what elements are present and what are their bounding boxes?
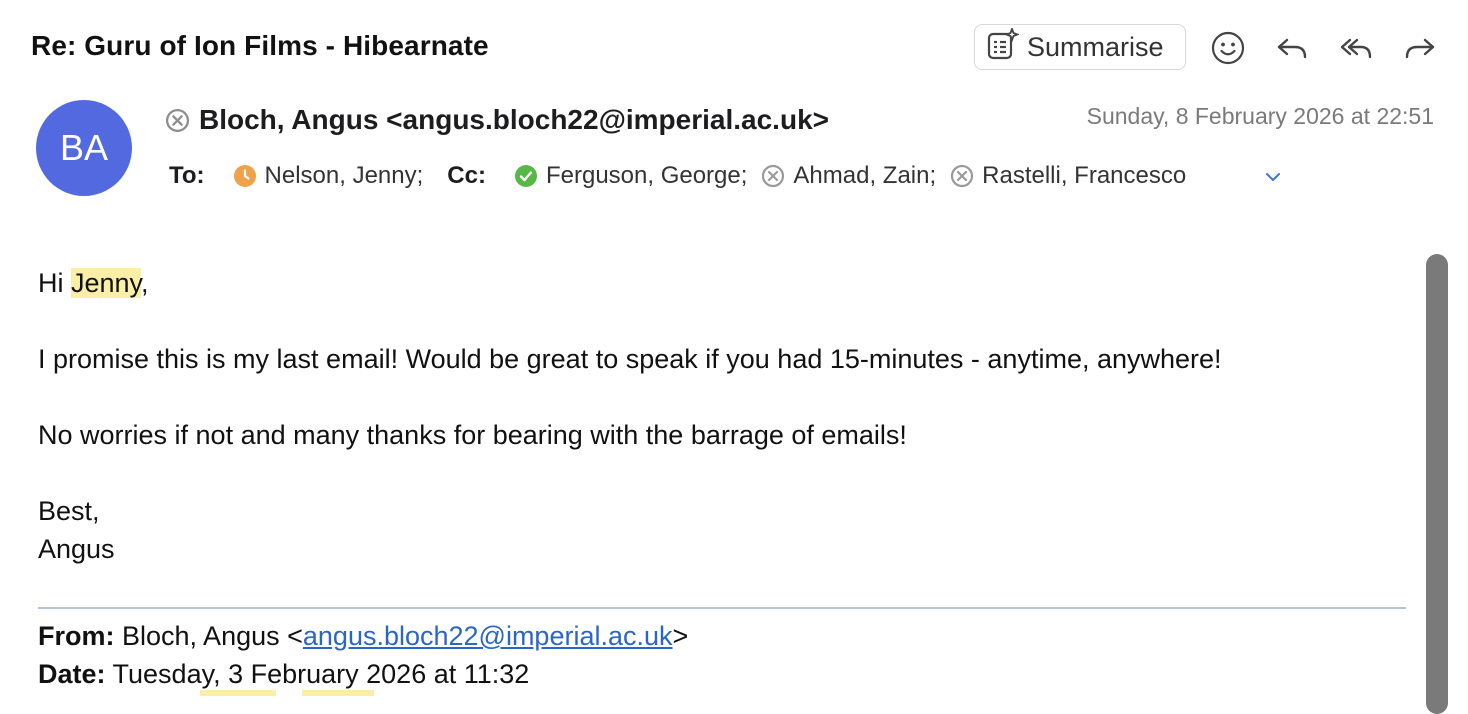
- presence-unknown-icon: [950, 164, 974, 188]
- forward-icon[interactable]: [1400, 28, 1440, 68]
- presence-unknown-icon: [761, 164, 785, 188]
- signoff: Best,: [38, 496, 100, 526]
- recipient-cc[interactable]: Ferguson, George;: [514, 162, 747, 190]
- reply-icon[interactable]: [1272, 28, 1312, 68]
- email-subject: Re: Guru of Ion Films - Hibearnate: [31, 30, 489, 61]
- summarise-button[interactable]: Summarise: [974, 24, 1186, 70]
- highlight-fragment: [200, 690, 276, 696]
- quoted-from: From: Bloch, Angus <angus.bloch22@imperi…: [38, 621, 689, 651]
- sender-line: Bloch, Angus <angus.bloch22@imperial.ac.…: [165, 104, 829, 136]
- to-label: To:: [169, 162, 205, 189]
- quote-divider: [38, 607, 1406, 609]
- recipient-name: Nelson, Jenny;: [264, 162, 424, 189]
- summarise-icon: [985, 25, 1021, 67]
- presence-unknown-icon: [165, 108, 190, 133]
- message-date: Sunday, 8 February 2026 at 22:51: [1086, 103, 1434, 129]
- highlighted-name: Jenny: [71, 268, 142, 298]
- emoji-icon[interactable]: [1208, 28, 1248, 68]
- expand-recipients-chevron-down-icon[interactable]: [1260, 164, 1286, 190]
- presence-pending-icon: [233, 164, 257, 188]
- greeting: Hi Jenny,: [38, 268, 149, 298]
- sender-avatar[interactable]: BA: [36, 100, 132, 196]
- cc-label: Cc:: [447, 162, 486, 189]
- recipient-name: Rastelli, Francesco: [982, 162, 1187, 189]
- sender-email-link[interactable]: angus.bloch22@imperial.ac.uk: [303, 621, 673, 651]
- signature: Angus: [38, 534, 115, 564]
- recipient-cc[interactable]: Ahmad, Zain;: [761, 162, 936, 190]
- sender-name[interactable]: Bloch, Angus <angus.bloch22@imperial.ac.…: [199, 104, 829, 136]
- recipient-name: Ahmad, Zain;: [793, 162, 937, 189]
- presence-accepted-icon: [514, 164, 538, 188]
- reply-all-icon[interactable]: [1336, 28, 1376, 68]
- recipients-row: To: Nelson, Jenny; Cc: Ferguson, George;…: [169, 160, 1200, 192]
- quoted-header: From: Bloch, Angus <angus.bloch22@imperi…: [38, 617, 688, 693]
- highlight-fragment: [302, 690, 374, 696]
- summarise-label: Summarise: [1027, 31, 1164, 62]
- message-body: Hi Jenny, I promise this is my last emai…: [38, 264, 1222, 568]
- recipient-to[interactable]: Nelson, Jenny;: [233, 162, 424, 190]
- vertical-scrollbar[interactable]: [1426, 254, 1448, 714]
- body-paragraph: No worries if not and many thanks for be…: [38, 420, 907, 450]
- recipient-cc[interactable]: Rastelli, Francesco: [950, 162, 1186, 190]
- body-paragraph: I promise this is my last email! Would b…: [38, 344, 1222, 374]
- recipient-name: Ferguson, George;: [545, 162, 748, 189]
- quoted-date: Date: Tuesday, 3 February 2026 at 11:32: [38, 659, 530, 689]
